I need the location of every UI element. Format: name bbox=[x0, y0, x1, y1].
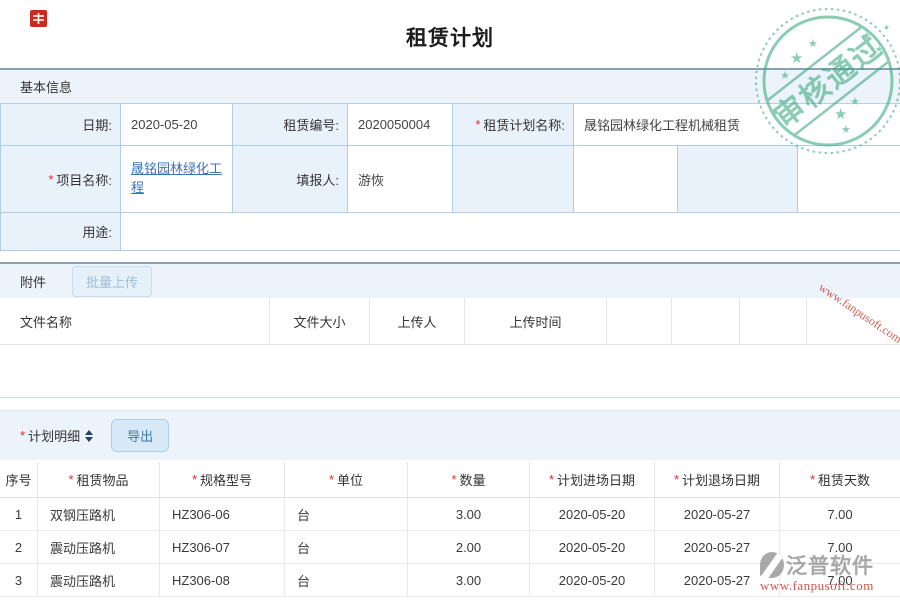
attachments-bottom-divider bbox=[0, 397, 900, 398]
col-empty bbox=[740, 298, 807, 344]
purpose-value-cell bbox=[121, 213, 900, 251]
col-seq: 序号 bbox=[0, 462, 38, 497]
cell-exit-date: 2020-05-27 bbox=[655, 564, 780, 597]
section-plan-details-title: 计划明细 bbox=[28, 426, 80, 445]
cell-spec-model: HZ306-06 bbox=[160, 498, 285, 531]
required-star: * bbox=[810, 472, 815, 487]
cell-rental-item: 震动压路机 bbox=[38, 564, 160, 597]
project-link[interactable]: 晟铭园林绿化工程 bbox=[131, 160, 232, 198]
cell-entry-date: 2020-05-20 bbox=[530, 564, 655, 597]
col-uploader: 上传人 bbox=[370, 298, 465, 344]
cell-quantity: 2.00 bbox=[408, 531, 530, 564]
required-star: * bbox=[329, 472, 334, 487]
attachments-table-header: 文件名称 文件大小 上传人 上传时间 bbox=[0, 298, 900, 345]
cell-spec-model: HZ306-08 bbox=[160, 564, 285, 597]
required-star: * bbox=[674, 472, 679, 487]
reporter-value-cell: 游恢 bbox=[348, 146, 453, 213]
reporter-label-cell: 填报人: bbox=[233, 146, 348, 213]
batch-upload-button[interactable]: 批量上传 bbox=[72, 266, 152, 297]
cell-unit: 台 bbox=[285, 498, 408, 531]
col-spec-model: *规格型号 bbox=[160, 462, 285, 497]
date-label-cell: 日期: bbox=[1, 104, 121, 146]
empty-value-cell bbox=[798, 146, 900, 213]
cell-rental-days: 7.00 bbox=[780, 564, 900, 597]
col-empty bbox=[607, 298, 672, 344]
plan-name-value-cell: 晟铭园林绿化工程机械租赁 bbox=[574, 104, 900, 146]
export-button[interactable]: 导出 bbox=[111, 419, 169, 452]
col-empty bbox=[807, 298, 900, 344]
col-entry-date: *计划进场日期 bbox=[530, 462, 655, 497]
empty-value-cell bbox=[574, 146, 678, 213]
cell-spec-model: HZ306-07 bbox=[160, 531, 285, 564]
required-star: * bbox=[48, 172, 53, 187]
empty-label-cell bbox=[678, 146, 798, 213]
plan-details-table-header: 序号 *租赁物品 *规格型号 *单位 *数量 *计划进场日期 *计划退场日期 *… bbox=[0, 462, 900, 498]
empty-label-cell bbox=[453, 146, 574, 213]
section-plan-details: * 计划明细 导出 bbox=[0, 410, 900, 460]
col-file-name: 文件名称 bbox=[0, 298, 270, 344]
project-label-cell: * 项目名称: bbox=[1, 146, 121, 213]
cell-exit-date: 2020-05-27 bbox=[655, 531, 780, 564]
cell-quantity: 3.00 bbox=[408, 498, 530, 531]
required-star: * bbox=[475, 117, 480, 132]
basic-info-form: 日期: 2020-05-20 租赁编号: 2020050004 * 租赁计划名称… bbox=[0, 103, 900, 251]
cell-unit: 台 bbox=[285, 531, 408, 564]
section-basic-info: 基本信息 bbox=[0, 68, 900, 103]
section-basic-info-title: 基本信息 bbox=[20, 77, 72, 96]
rental-no-value-cell: 2020050004 bbox=[348, 104, 453, 146]
required-star: * bbox=[20, 428, 25, 443]
col-exit-date: *计划退场日期 bbox=[655, 462, 780, 497]
col-unit: *单位 bbox=[285, 462, 408, 497]
col-rental-days: *租赁天数 bbox=[780, 462, 900, 497]
cell-rental-item: 双钢压路机 bbox=[38, 498, 160, 531]
required-star: * bbox=[451, 472, 456, 487]
col-empty bbox=[672, 298, 740, 344]
svg-text:★: ★ bbox=[790, 50, 803, 67]
date-value-cell: 2020-05-20 bbox=[121, 104, 233, 146]
cell-entry-date: 2020-05-20 bbox=[530, 498, 655, 531]
cell-exit-date: 2020-05-27 bbox=[655, 498, 780, 531]
plan-name-label-cell: * 租赁计划名称: bbox=[453, 104, 574, 146]
cell-rental-days: 7.00 bbox=[780, 498, 900, 531]
required-star: * bbox=[192, 472, 197, 487]
purpose-label-cell: 用途: bbox=[1, 213, 121, 251]
rental-no-label-cell: 租赁编号: bbox=[233, 104, 348, 146]
section-attachments: 附件 批量上传 bbox=[0, 262, 900, 298]
cell-quantity: 3.00 bbox=[408, 564, 530, 597]
col-upload-time: 上传时间 bbox=[465, 298, 607, 344]
cell-entry-date: 2020-05-20 bbox=[530, 531, 655, 564]
cell-seq: 3 bbox=[0, 564, 38, 597]
cell-rental-days: 7.00 bbox=[780, 531, 900, 564]
plan-details-table-body: 1 双钢压路机 HZ306-06 台 3.00 2020-05-20 2020-… bbox=[0, 498, 900, 597]
col-rental-item: *租赁物品 bbox=[38, 462, 160, 497]
cell-seq: 1 bbox=[0, 498, 38, 531]
cell-seq: 2 bbox=[0, 531, 38, 564]
required-star: * bbox=[549, 472, 554, 487]
project-value-cell: 晟铭园林绿化工程 bbox=[121, 146, 233, 213]
col-file-size: 文件大小 bbox=[270, 298, 370, 344]
required-star: * bbox=[68, 472, 73, 487]
page-title: 租赁计划 bbox=[0, 22, 900, 52]
col-quantity: *数量 bbox=[408, 462, 530, 497]
cell-rental-item: 震动压路机 bbox=[38, 531, 160, 564]
cell-unit: 台 bbox=[285, 564, 408, 597]
section-attachments-title: 附件 bbox=[20, 272, 46, 291]
sort-toggle-icon[interactable] bbox=[85, 430, 93, 442]
